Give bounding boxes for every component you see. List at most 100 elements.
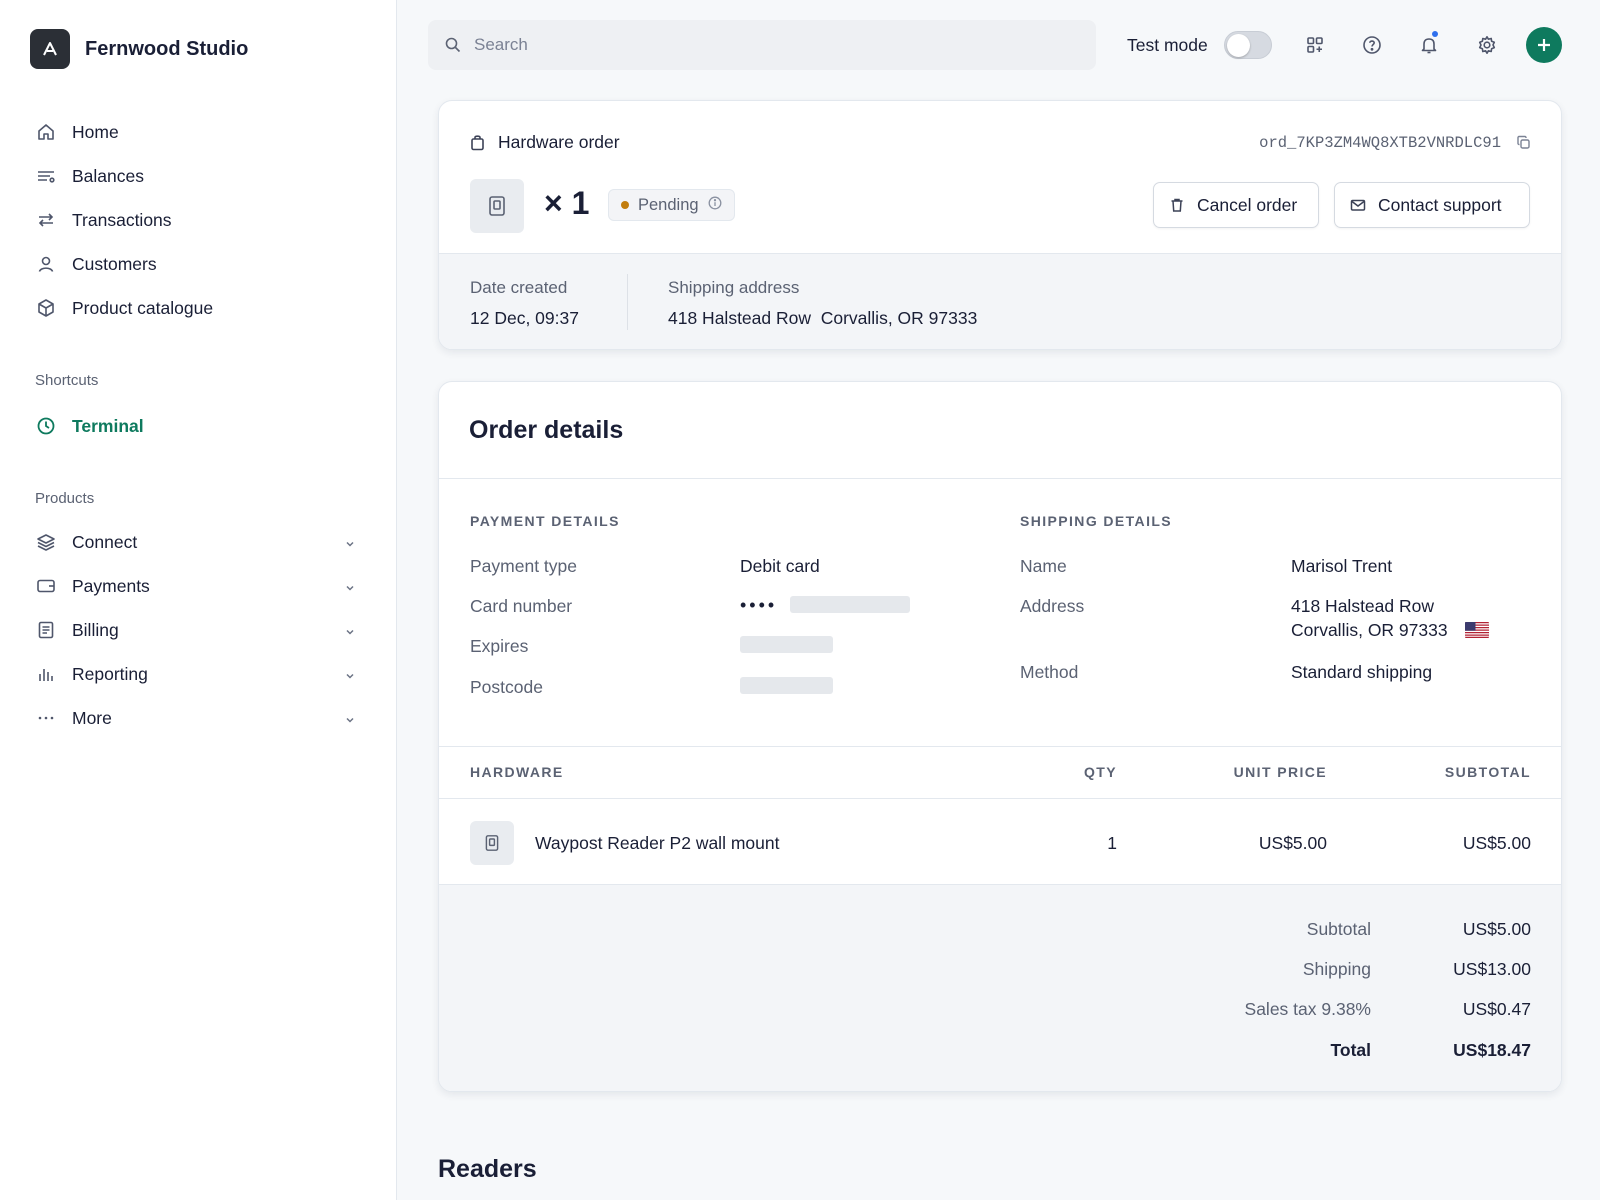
- contact-support-button[interactable]: Contact support: [1334, 182, 1530, 228]
- shipping-label: Shipping: [1302, 959, 1371, 979]
- nav-item-reporting[interactable]: Reporting: [34, 652, 364, 696]
- products-heading: Products: [35, 490, 95, 507]
- card-reader-icon: [489, 196, 505, 216]
- subtotal-label: Subtotal: [1306, 919, 1371, 939]
- nav-item-billing[interactable]: Billing: [34, 608, 364, 652]
- card-reader-icon: [485, 835, 499, 851]
- nav-item-transactions[interactable]: Transactions: [34, 198, 364, 242]
- subtotal-value: US$5.00: [1462, 919, 1531, 939]
- document-icon: [34, 618, 58, 642]
- envelope-icon: [1350, 197, 1366, 213]
- nav-label: Reporting: [72, 663, 148, 684]
- bell-icon[interactable]: [1414, 30, 1444, 60]
- nav-label: Transactions: [72, 209, 172, 230]
- order-totals: Subtotal US$5.00 Shipping US$13.00 Sales…: [439, 884, 1561, 1091]
- us-flag-icon: [1465, 622, 1489, 638]
- address-line-2: Corvallis, OR 97333: [1291, 620, 1448, 640]
- nav-item-connect[interactable]: Connect: [34, 520, 364, 564]
- test-mode-toggle[interactable]: [1223, 31, 1272, 59]
- name-value: Marisol Trent: [1291, 556, 1393, 576]
- main-nav: Home Balances Transactions Customers Pro…: [34, 110, 364, 330]
- shipping-details-heading: SHIPPING DETAILS: [1020, 513, 1173, 529]
- shopping-bag-icon: [469, 134, 486, 151]
- gear-icon[interactable]: [1472, 30, 1502, 60]
- nav-item-terminal[interactable]: Terminal: [34, 404, 364, 448]
- wallet-icon: [34, 574, 58, 598]
- nav-item-product-catalogue[interactable]: Product catalogue: [34, 286, 364, 330]
- account-switcher[interactable]: Fernwood Studio: [30, 29, 248, 69]
- total-label: Total: [1330, 1040, 1371, 1060]
- order-details-title: Order details: [469, 416, 624, 444]
- expires-label: Expires: [470, 636, 529, 656]
- nav-item-balances[interactable]: Balances: [34, 154, 364, 198]
- sales-tax-value: US$0.47: [1462, 999, 1531, 1019]
- readers-heading: Readers: [438, 1155, 537, 1183]
- hardware-name: Waypost Reader P2 wall mount: [535, 833, 780, 853]
- hardware-thumbnail: [470, 179, 524, 233]
- nav-item-home[interactable]: Home: [34, 110, 364, 154]
- method-label: Method: [1020, 662, 1079, 682]
- nav-label: Customers: [72, 253, 157, 274]
- hardware-thumbnail: [470, 821, 514, 865]
- order-title-text: Hardware order: [498, 132, 620, 152]
- layers-icon: [34, 530, 58, 554]
- card-number-mask: ••••: [740, 595, 778, 615]
- address-label: Address: [1020, 596, 1085, 616]
- test-mode-control: Test mode: [1127, 24, 1272, 66]
- shortcuts-nav: Terminal: [34, 404, 364, 448]
- card-number-label: Card number: [470, 596, 573, 616]
- hardware-qty: 1: [1107, 833, 1117, 853]
- chevron-down-icon[interactable]: [344, 710, 356, 731]
- payment-details-heading: PAYMENT DETAILS: [470, 513, 620, 529]
- help-icon[interactable]: [1357, 30, 1387, 60]
- ellipsis-icon: [34, 706, 58, 730]
- nav-item-payments[interactable]: Payments: [34, 564, 364, 608]
- copy-icon[interactable]: [1516, 135, 1531, 155]
- nav-label: Balances: [72, 165, 144, 186]
- apps-icon[interactable]: [1300, 30, 1330, 60]
- products-nav: Connect Payments Billing Reporting More: [34, 520, 364, 740]
- shipping-address-label: Shipping address: [668, 278, 800, 297]
- logo-a-icon: [30, 29, 70, 69]
- method-value: Standard shipping: [1291, 662, 1433, 682]
- order-id: ord_7KP3ZM4WQ8XTB2VNRDLC91: [1259, 134, 1501, 152]
- order-title: Hardware order: [469, 132, 620, 153]
- column-header-qty: QTY: [1084, 764, 1117, 780]
- chevron-down-icon[interactable]: [344, 534, 356, 555]
- hardware-subtotal: US$5.00: [1462, 833, 1531, 853]
- search-icon: [444, 36, 462, 54]
- trash-icon: [1169, 197, 1185, 213]
- toggle-knob: [1226, 34, 1250, 57]
- create-button[interactable]: [1526, 27, 1562, 63]
- nav-label: More: [72, 707, 112, 728]
- search-bar[interactable]: [428, 20, 1096, 70]
- divider: [439, 478, 1561, 479]
- nav-item-more[interactable]: More: [34, 696, 364, 740]
- account-name: Fernwood Studio: [85, 37, 249, 60]
- order-meta: Date created 12 Dec, 09:37 Shipping addr…: [439, 253, 1561, 349]
- nav-label: Billing: [72, 619, 119, 640]
- shipping-value: US$13.00: [1453, 959, 1531, 979]
- divider: [439, 798, 1561, 799]
- plus-icon: [1538, 39, 1550, 51]
- redacted-postcode: [740, 677, 833, 694]
- notification-dot: [1432, 31, 1438, 37]
- search-input[interactable]: [474, 35, 1054, 55]
- chevron-down-icon[interactable]: [344, 578, 356, 599]
- bar-chart-icon: [34, 662, 58, 686]
- chevron-down-icon[interactable]: [344, 622, 356, 643]
- address-line-1: 418 Halstead Row: [1291, 596, 1434, 616]
- cancel-order-button[interactable]: Cancel order: [1153, 182, 1319, 228]
- order-details-card: Order details PAYMENT DETAILS Payment ty…: [438, 381, 1562, 1092]
- nav-item-customers[interactable]: Customers: [34, 242, 364, 286]
- home-icon: [34, 120, 58, 144]
- total-value: US$18.47: [1453, 1040, 1531, 1060]
- date-created-value: 12 Dec, 09:37: [470, 308, 579, 328]
- sidebar: Fernwood Studio Home Balances Transactio…: [0, 0, 397, 1200]
- test-mode-label: Test mode: [1127, 34, 1208, 55]
- chevron-down-icon[interactable]: [344, 666, 356, 687]
- contact-support-label: Contact support: [1378, 194, 1502, 215]
- column-header-hardware: HARDWARE: [470, 764, 564, 780]
- divider: [439, 746, 1561, 747]
- info-icon[interactable]: [708, 196, 722, 215]
